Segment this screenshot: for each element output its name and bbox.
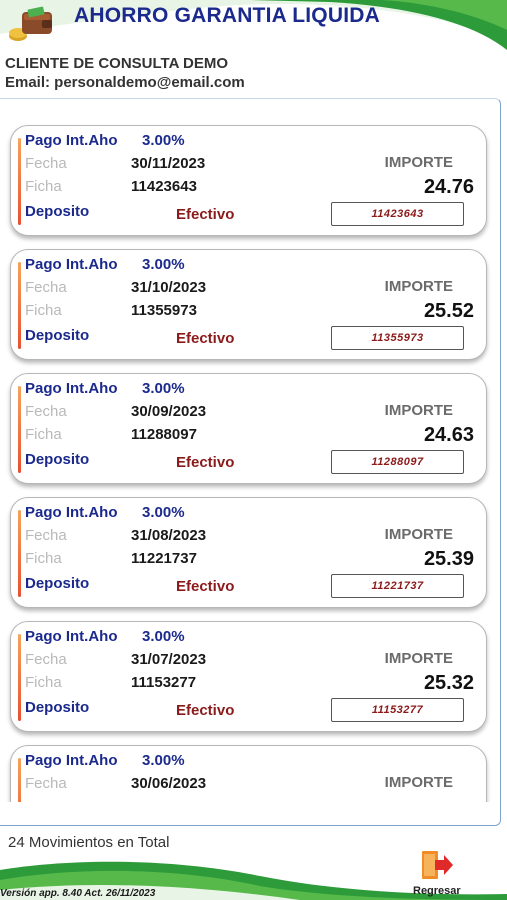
ficha-number: 11221737 [131, 550, 197, 567]
movement-type: Pago Int.Aho [25, 628, 118, 645]
payment-method: Efectivo [176, 330, 235, 347]
amount-label: IMPORTE [384, 526, 453, 543]
movement-date: 30/06/2023 [131, 775, 207, 792]
movement-date: 31/07/2023 [131, 651, 207, 668]
back-button[interactable]: Regresar [410, 848, 476, 900]
movement-amount: 24.76 [423, 176, 474, 198]
movement-card[interactable]: Pago Int.Aho 3.00% Fecha 30/11/2023 Fich… [10, 125, 487, 236]
interest-rate: 3.00% [142, 504, 185, 521]
interest-rate: 3.00% [142, 628, 185, 645]
interest-rate: 3.00% [142, 752, 185, 769]
ficha-label: Ficha [25, 426, 62, 443]
movement-card[interactable]: Pago Int.Aho 3.00% Fecha 31/10/2023 Fich… [10, 249, 487, 360]
payment-method: Efectivo [176, 578, 235, 595]
date-label: Fecha [25, 403, 67, 420]
interest-rate: 3.00% [142, 132, 185, 149]
movement-card[interactable]: Pago Int.Aho 3.00% Fecha 30/06/2023 IMPO… [10, 745, 487, 802]
movement-kind: Deposito [25, 575, 90, 592]
movement-type: Pago Int.Aho [25, 504, 118, 521]
app-header: AHORRO GARANTIA LIQUIDA [0, 0, 507, 52]
date-label: Fecha [25, 775, 67, 792]
date-label: Fecha [25, 651, 67, 668]
movement-date: 30/09/2023 [131, 403, 207, 420]
movement-type: Pago Int.Aho [25, 256, 118, 273]
card-accent-bar [18, 138, 21, 225]
movement-card[interactable]: Pago Int.Aho 3.00% Fecha 31/08/2023 Fich… [10, 497, 487, 608]
card-accent-bar [18, 758, 21, 802]
payment-method: Efectivo [176, 702, 235, 719]
movement-kind: Deposito [25, 699, 90, 716]
card-accent-bar [18, 634, 21, 721]
movement-card[interactable]: Pago Int.Aho 3.00% Fecha 30/09/2023 Fich… [10, 373, 487, 484]
amount-label: IMPORTE [384, 154, 453, 171]
movement-date: 31/08/2023 [131, 527, 207, 544]
interest-rate: 3.00% [142, 256, 185, 273]
amount-label: IMPORTE [384, 402, 453, 419]
movement-card[interactable]: Pago Int.Aho 3.00% Fecha 31/07/2023 Fich… [10, 621, 487, 732]
ficha-label: Ficha [25, 302, 62, 319]
client-name: CLIENTE DE CONSULTA DEMO [5, 55, 229, 72]
app-version: Versión app. 8.40 Act. 26/11/2023 [0, 888, 156, 899]
amount-label: IMPORTE [384, 774, 453, 791]
amount-label: IMPORTE [384, 278, 453, 295]
back-button-label: Regresar [413, 885, 461, 897]
client-email: Email: personaldemo@email.com [5, 74, 245, 91]
movement-amount: 24.63 [423, 424, 474, 446]
ficha-label: Ficha [25, 674, 62, 691]
movement-date: 30/11/2023 [131, 155, 206, 172]
reference-box[interactable]: 11153277 [331, 698, 464, 722]
movement-kind: Deposito [25, 327, 90, 344]
movement-type: Pago Int.Aho [25, 132, 118, 149]
movement-kind: Deposito [25, 451, 90, 468]
ficha-number: 11288097 [131, 426, 197, 443]
movement-amount: 25.32 [423, 672, 474, 694]
card-accent-bar [18, 386, 21, 473]
ficha-number: 11153277 [131, 674, 197, 691]
movement-amount: 25.52 [423, 300, 474, 322]
movements-list[interactable]: Pago Int.Aho 3.00% Fecha 30/11/2023 Fich… [0, 100, 500, 802]
movement-type: Pago Int.Aho [25, 752, 118, 769]
reference-box[interactable]: 11423643 [331, 202, 464, 226]
amount-label: IMPORTE [384, 650, 453, 667]
ficha-label: Ficha [25, 550, 62, 567]
ficha-label: Ficha [25, 178, 62, 195]
payment-method: Efectivo [176, 454, 235, 471]
movement-type: Pago Int.Aho [25, 380, 118, 397]
movements-total: 24 Movimientos en Total [8, 834, 170, 851]
reference-box[interactable]: 11355973 [331, 326, 464, 350]
card-accent-bar [18, 510, 21, 597]
payment-method: Efectivo [176, 206, 235, 223]
movement-date: 31/10/2023 [131, 279, 207, 296]
date-label: Fecha [25, 155, 67, 172]
wallet-money-icon [9, 6, 52, 41]
app-title: AHORRO GARANTIA LIQUIDA [74, 4, 380, 27]
movement-kind: Deposito [25, 203, 90, 220]
date-label: Fecha [25, 279, 67, 296]
reference-box[interactable]: 11288097 [331, 450, 464, 474]
reference-box[interactable]: 11221737 [331, 574, 464, 598]
movement-amount: 25.39 [423, 548, 474, 570]
exit-door-icon [422, 851, 453, 879]
interest-rate: 3.00% [142, 380, 185, 397]
ficha-number: 11355973 [131, 302, 197, 319]
card-accent-bar [18, 262, 21, 349]
date-label: Fecha [25, 527, 67, 544]
ficha-number: 11423643 [131, 178, 197, 195]
